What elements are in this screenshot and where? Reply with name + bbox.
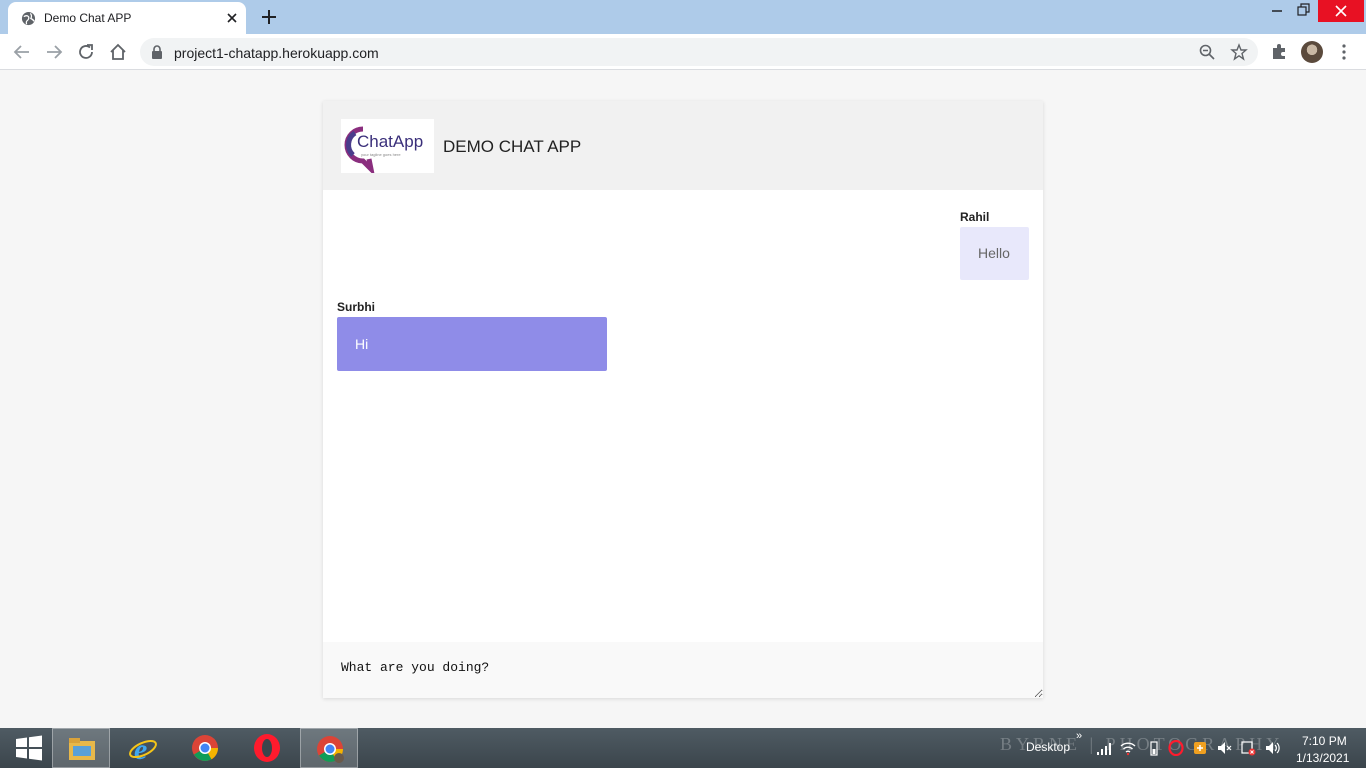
bookmark-star-icon[interactable] [1230, 43, 1248, 61]
start-button[interactable] [0, 728, 58, 768]
opera-tray-icon[interactable] [1168, 740, 1184, 756]
signal-icon[interactable] [1096, 740, 1112, 756]
message-composer [323, 642, 1043, 698]
sender-name: Rahil [960, 210, 990, 224]
browser-toolbar: project1-chatapp.herokuapp.com [0, 34, 1366, 70]
new-tab-icon[interactable] [260, 8, 278, 26]
home-icon[interactable] [108, 42, 128, 62]
minimize-icon[interactable] [1267, 0, 1287, 22]
message-bubble-own: Hello [960, 227, 1029, 280]
back-icon[interactable] [12, 42, 32, 62]
browser-tabbar: Demo Chat APP [0, 0, 1366, 34]
wifi-icon[interactable] [1120, 740, 1136, 756]
app-title: DEMO CHAT APP [443, 137, 582, 156]
speaker-muted-icon[interactable] [1216, 740, 1232, 756]
chat-logo-icon: ChatApp your tagline goes here [344, 126, 423, 177]
message-bubble-other: Hi [337, 317, 607, 371]
svg-text:your tagline goes here: your tagline goes here [361, 152, 401, 157]
clock-date[interactable]: 1/13/2021 [1296, 751, 1349, 765]
clock-time[interactable]: 7:10 PM [1302, 734, 1347, 748]
forward-icon[interactable] [44, 42, 64, 62]
opera-icon [254, 734, 280, 762]
close-window-icon [1335, 5, 1347, 17]
svg-text:e: e [134, 733, 147, 763]
message-list: Rahil Hello Surbhi Hi [323, 190, 1043, 641]
profile-avatar[interactable] [1301, 41, 1323, 63]
desktop-toolbar-label[interactable]: Desktop [1026, 740, 1070, 754]
menu-kebab-icon[interactable] [1336, 43, 1352, 61]
close-tab-icon[interactable] [224, 10, 240, 26]
globe-icon [21, 11, 36, 26]
tab-title: Demo Chat APP [44, 11, 132, 25]
internet-explorer-icon: e [129, 733, 157, 763]
extensions-icon[interactable] [1270, 42, 1288, 60]
taskbar-internet-explorer[interactable]: e [114, 728, 172, 768]
restore-icon[interactable] [1293, 0, 1313, 22]
chat-window: ChatApp your tagline goes here DEMO CHAT… [323, 101, 1043, 698]
svg-text:ChatApp: ChatApp [357, 132, 423, 151]
page-body: ChatApp your tagline goes here DEMO CHAT… [0, 71, 1366, 728]
network-error-icon[interactable] [1240, 740, 1256, 756]
chat-header: ChatApp your tagline goes here DEMO CHAT… [323, 101, 1043, 190]
sender-name: Surbhi [337, 300, 375, 314]
windows-logo-icon [16, 735, 42, 761]
chrome-active-icon [317, 736, 344, 763]
file-explorer-icon [69, 738, 95, 760]
message-text: Hi [355, 336, 369, 352]
message-text: Hello [978, 245, 1010, 261]
zoom-icon[interactable] [1198, 43, 1216, 61]
message-input[interactable] [323, 642, 1043, 698]
taskbar-file-explorer[interactable] [52, 728, 110, 768]
taskbar-chrome-active[interactable] [300, 728, 358, 768]
window-close-button[interactable] [1318, 0, 1364, 22]
lock-icon[interactable] [150, 45, 164, 59]
url-text[interactable]: project1-chatapp.herokuapp.com [174, 45, 379, 61]
toolbar-expand-icon[interactable]: » [1076, 730, 1082, 742]
app-tray-icon[interactable] [1192, 740, 1208, 756]
chatapp-logo: ChatApp your tagline goes here [341, 119, 434, 177]
windows-taskbar: e BYRNE | PHOTOGRAPHY Desktop » 7:10 PM … [0, 728, 1366, 768]
battery-icon[interactable] [1146, 740, 1162, 756]
volume-icon[interactable] [1264, 740, 1280, 756]
browser-tab[interactable]: Demo Chat APP [8, 2, 246, 34]
chrome-icon [192, 735, 219, 761]
address-bar[interactable]: project1-chatapp.herokuapp.com [140, 38, 1258, 66]
taskbar-opera[interactable] [238, 728, 296, 768]
taskbar-chrome[interactable] [176, 728, 234, 768]
reload-icon[interactable] [76, 42, 96, 62]
